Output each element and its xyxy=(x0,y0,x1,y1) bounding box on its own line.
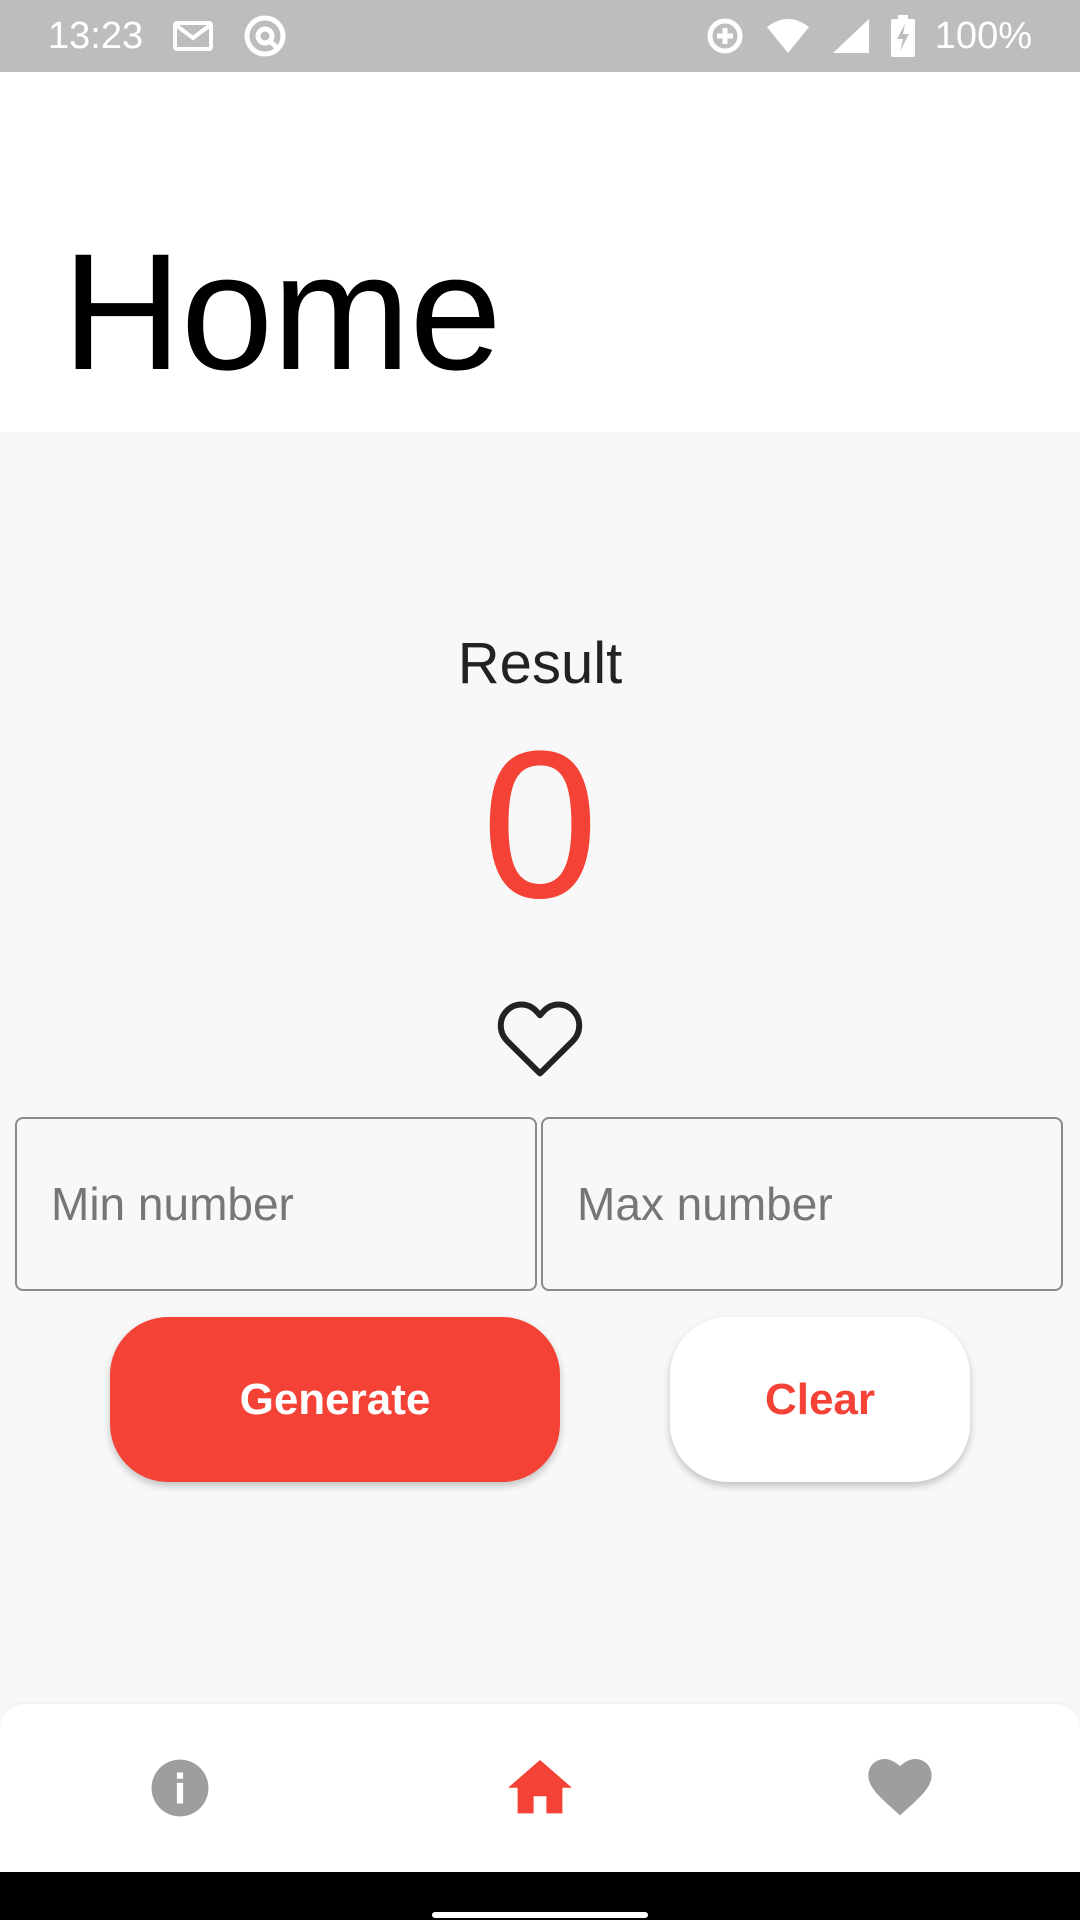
status-time: 13:23 xyxy=(48,14,144,57)
mail-icon xyxy=(173,20,214,52)
result-value: 0 xyxy=(481,707,599,942)
generate-button[interactable]: Generate xyxy=(110,1317,560,1482)
wifi-icon xyxy=(765,17,811,55)
max-number-field[interactable] xyxy=(541,1117,1063,1291)
info-icon xyxy=(151,1759,209,1817)
home-icon xyxy=(508,1760,572,1814)
nav-item-favorites[interactable] xyxy=(800,1704,1000,1872)
heart-icon xyxy=(868,1759,932,1816)
signal-icon xyxy=(831,17,871,55)
min-number-field[interactable] xyxy=(15,1117,537,1291)
result-label: Result xyxy=(457,631,623,696)
bottom-navigation xyxy=(0,1704,1080,1872)
max-number-input[interactable] xyxy=(543,1119,1061,1289)
nav-item-home[interactable] xyxy=(440,1704,640,1872)
min-number-input[interactable] xyxy=(17,1119,535,1289)
at-sign-icon xyxy=(243,14,287,58)
clear-button[interactable]: Clear xyxy=(670,1317,970,1482)
app-header: Home xyxy=(0,72,1080,432)
status-bar: 13:23 100% xyxy=(0,0,1080,72)
heart-outline-icon xyxy=(497,1001,583,1077)
nav-item-info[interactable] xyxy=(80,1704,280,1872)
favorite-toggle-button[interactable] xyxy=(494,995,586,1081)
page-title: Home xyxy=(62,220,502,405)
data-saver-icon xyxy=(705,16,745,56)
battery-charging-icon xyxy=(890,15,915,57)
home-gesture-handle[interactable] xyxy=(432,1912,648,1918)
battery-percentage: 100% xyxy=(934,14,1032,57)
